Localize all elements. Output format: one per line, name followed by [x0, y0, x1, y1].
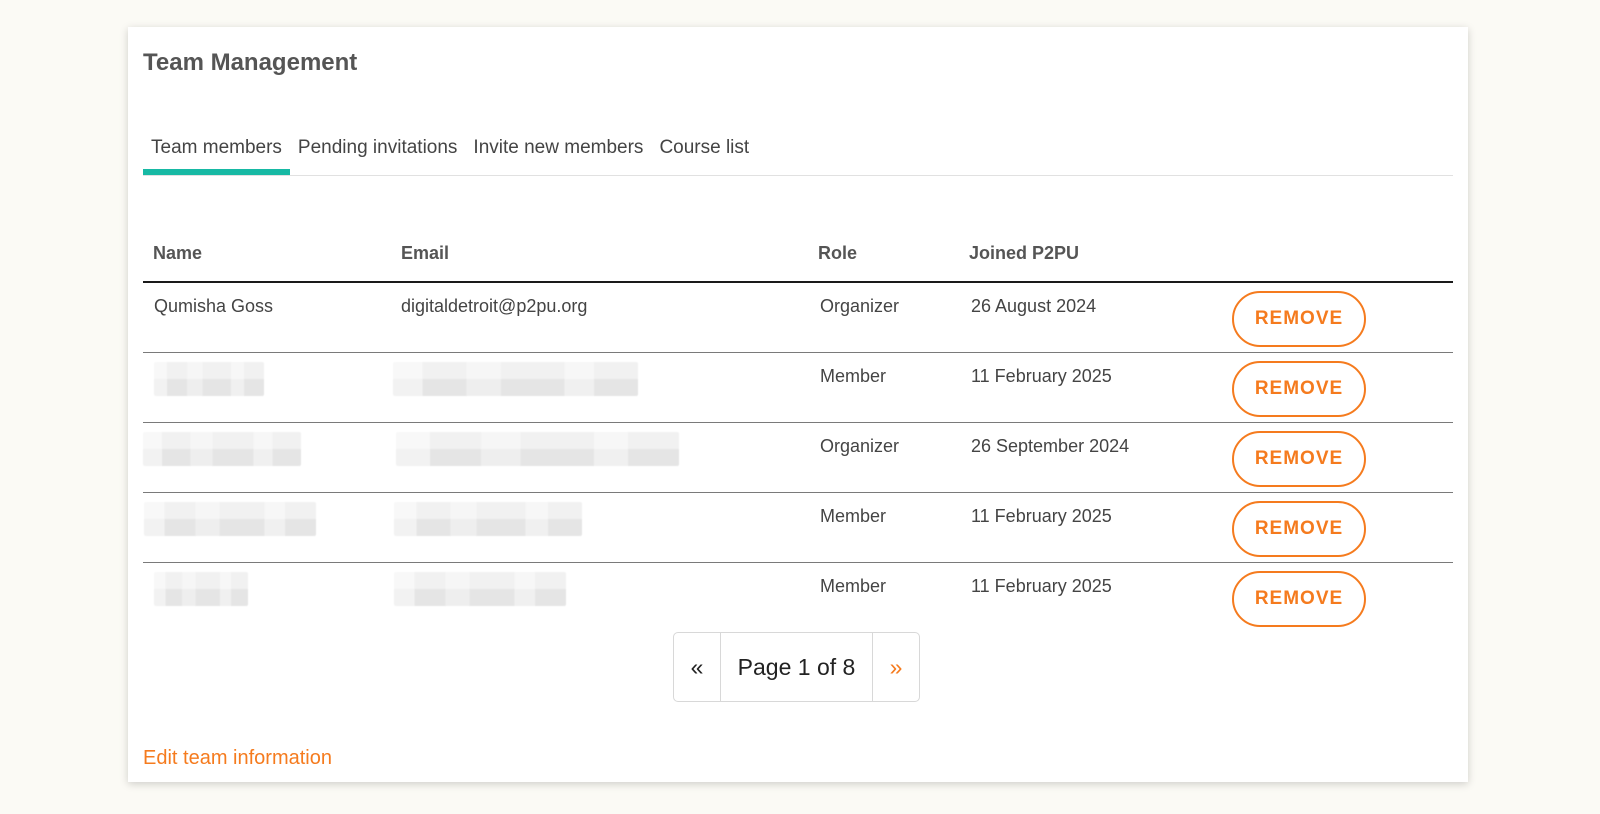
redacted-name-block: [144, 502, 316, 536]
member-role: Organizer: [820, 436, 900, 456]
member-email-redacted: [390, 353, 809, 401]
member-email-redacted: [390, 423, 809, 471]
member-joined-date: 26 September 2024: [971, 436, 1130, 456]
column-header-joined: Joined P2PU: [969, 243, 1080, 263]
redacted-email-block: [396, 432, 679, 466]
table-header: Name Email Role Joined P2PU: [143, 215, 1453, 283]
member-email-redacted: [390, 493, 809, 541]
redacted-name-block: [154, 362, 264, 396]
member-joined-date: 26 August 2024: [971, 296, 1097, 316]
member-actions: REMOVE: [1232, 283, 1453, 347]
next-page-button[interactable]: »: [873, 633, 919, 701]
member-actions: REMOVE: [1232, 563, 1453, 627]
member-email-redacted: [390, 563, 809, 611]
redacted-name-block: [143, 432, 301, 466]
tab-pending-invitations[interactable]: Pending invitations: [290, 107, 466, 175]
member-joined-date: 11 February 2025: [971, 366, 1112, 386]
member-name-redacted: [143, 353, 390, 401]
member-name-redacted: [143, 493, 390, 541]
table-row: Member 11 February 2025 REMOVE: [143, 493, 1453, 563]
member-email: digitaldetroit@p2pu.org: [401, 296, 588, 316]
redacted-email-block: [394, 502, 582, 536]
remove-member-button[interactable]: REMOVE: [1232, 501, 1366, 557]
remove-member-button[interactable]: REMOVE: [1232, 431, 1366, 487]
column-header-email: Email: [401, 243, 450, 263]
tab-invite-new-members[interactable]: Invite new members: [465, 107, 651, 175]
table-row: Qumisha Goss digitaldetroit@p2pu.org Org…: [143, 283, 1453, 353]
member-role: Member: [820, 576, 887, 596]
member-actions: REMOVE: [1232, 493, 1453, 557]
team-members-table: Name Email Role Joined P2PU Qumisha Goss…: [143, 215, 1453, 633]
redacted-name-block: [154, 572, 248, 606]
edit-team-information-link[interactable]: Edit team information: [143, 747, 332, 770]
previous-page-button[interactable]: «: [674, 633, 721, 701]
redacted-email-block: [393, 362, 638, 396]
tab-course-list[interactable]: Course list: [651, 107, 757, 175]
page-indicator: Page 1 of 8: [721, 633, 873, 701]
member-role: Member: [820, 366, 887, 386]
redacted-email-block: [394, 572, 566, 606]
column-header-role: Role: [818, 243, 858, 263]
table-row: Organizer 26 September 2024 REMOVE: [143, 423, 1453, 493]
remove-member-button[interactable]: REMOVE: [1232, 291, 1366, 347]
tab-bar: Team members Pending invitations Invite …: [143, 107, 1453, 176]
member-actions: REMOVE: [1232, 353, 1453, 417]
remove-member-button[interactable]: REMOVE: [1232, 571, 1366, 627]
member-actions: REMOVE: [1232, 423, 1453, 487]
column-header-actions: [1232, 215, 1453, 223]
remove-member-button[interactable]: REMOVE: [1232, 361, 1366, 417]
pagination: « Page 1 of 8 »: [673, 632, 920, 702]
page-title: Team Management: [143, 49, 358, 76]
member-name: Qumisha Goss: [154, 296, 274, 316]
member-joined-date: 11 February 2025: [971, 576, 1112, 596]
member-name-redacted: [143, 423, 390, 471]
tab-team-members[interactable]: Team members: [143, 107, 290, 175]
member-joined-date: 11 February 2025: [971, 506, 1112, 526]
member-name-redacted: [143, 563, 390, 611]
column-header-name: Name: [153, 243, 203, 263]
table-row: Member 11 February 2025 REMOVE: [143, 353, 1453, 423]
table-row: Member 11 February 2025 REMOVE: [143, 563, 1453, 633]
member-role: Organizer: [820, 296, 900, 316]
team-management-card: Team Management Team members Pending inv…: [128, 27, 1468, 782]
member-role: Member: [820, 506, 887, 526]
